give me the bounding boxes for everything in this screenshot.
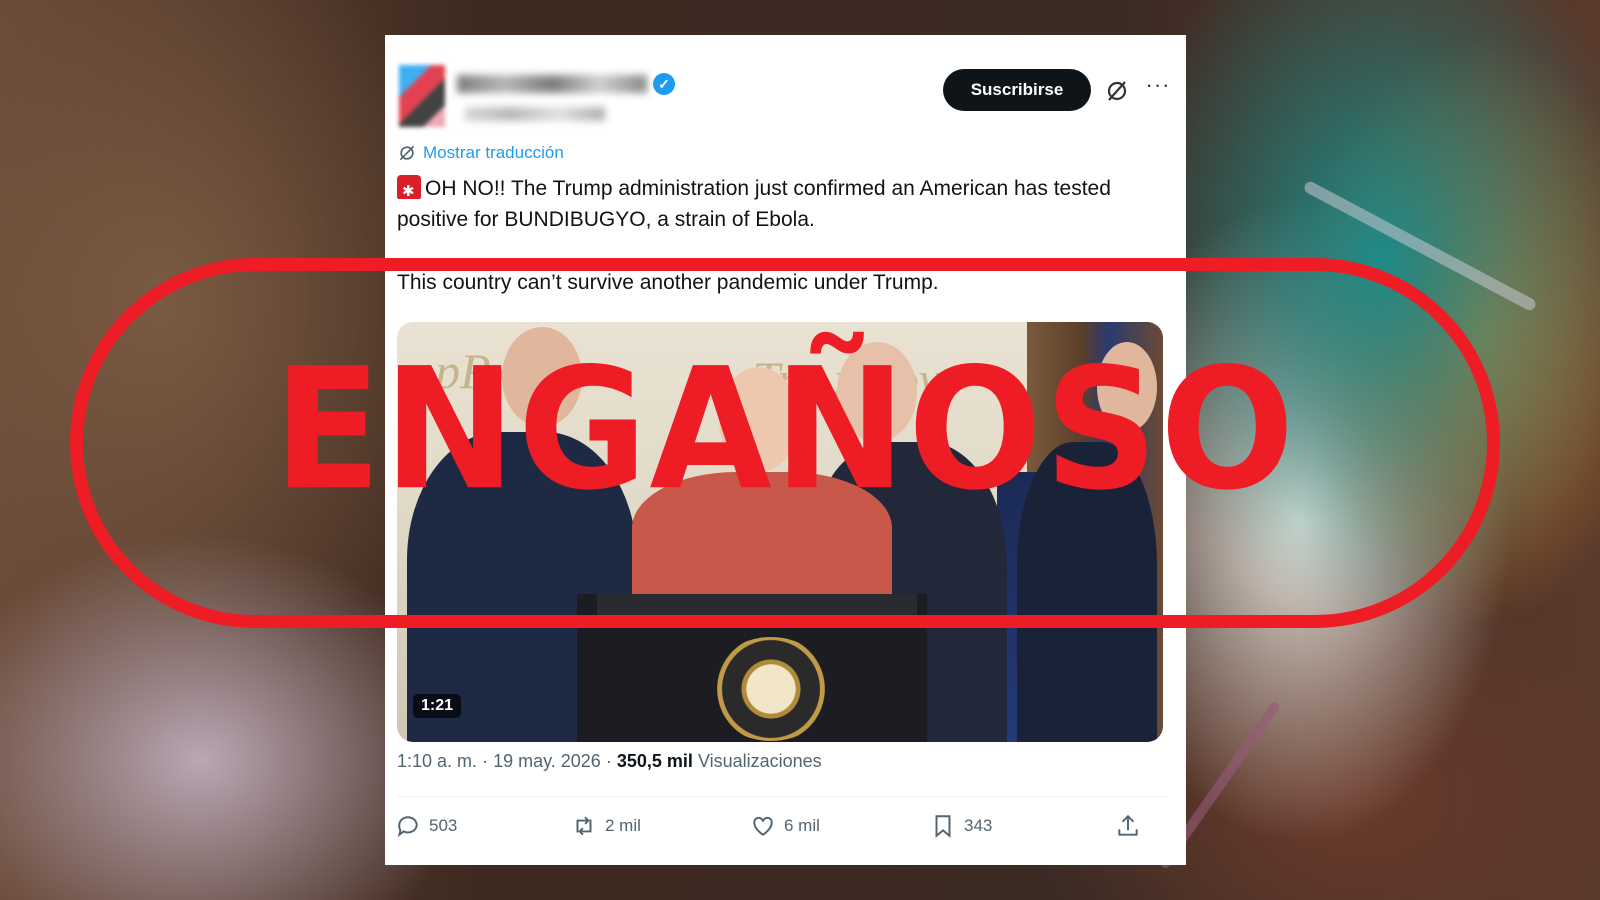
show-translation-link[interactable]: Mostrar traducción bbox=[397, 143, 564, 163]
display-name-redacted bbox=[457, 75, 647, 93]
bookmark-button[interactable]: 343 bbox=[930, 813, 992, 839]
bookmark-icon bbox=[935, 815, 951, 838]
share-icon bbox=[1118, 814, 1138, 836]
more-options-icon[interactable]: ··· bbox=[1145, 74, 1171, 101]
meta-separator: · bbox=[605, 751, 612, 771]
share-button[interactable] bbox=[1115, 813, 1141, 839]
siren-emoji-icon bbox=[397, 175, 421, 207]
tweet-date[interactable]: 19 may. 2026 bbox=[493, 751, 601, 771]
tweet-line-2: This country can’t survive another pande… bbox=[397, 271, 939, 294]
verified-badge-icon: ✓ bbox=[653, 73, 675, 95]
reply-icon bbox=[397, 816, 418, 838]
tweet-line-1-text: OH NO!! The Trump administration just co… bbox=[397, 177, 1111, 231]
video-duration: 1:21 bbox=[413, 694, 462, 718]
subscribe-button[interactable]: Suscribirse bbox=[943, 69, 1091, 111]
bookmark-count: 343 bbox=[964, 816, 993, 835]
like-count: 6 mil bbox=[784, 816, 820, 835]
tweet-text: OH NO!! The Trump administration just co… bbox=[397, 173, 1167, 298]
tweet-line-1: OH NO!! The Trump administration just co… bbox=[397, 173, 1167, 235]
show-translation-label: Mostrar traducción bbox=[423, 143, 564, 162]
podium-top bbox=[597, 594, 917, 620]
verdict-label: ENGAÑOSO bbox=[273, 332, 1297, 528]
divider bbox=[397, 796, 1167, 797]
like-button[interactable]: 6 mil bbox=[750, 813, 820, 839]
tweet-time[interactable]: 1:10 a. m. bbox=[397, 751, 477, 771]
heart-icon bbox=[753, 816, 773, 836]
tweet-meta: 1:10 a. m. · 19 may. 2026 · 350,5 mil Vi… bbox=[397, 751, 822, 772]
grok-icon bbox=[399, 145, 415, 161]
reply-count: 503 bbox=[429, 816, 458, 835]
views-count: 350,5 mil bbox=[616, 751, 693, 771]
avatar[interactable] bbox=[399, 65, 445, 127]
repost-icon bbox=[576, 816, 592, 836]
repost-button[interactable]: 2 mil bbox=[571, 813, 641, 839]
views-label: Visualizaciones bbox=[697, 751, 822, 771]
grok-icon[interactable] bbox=[1105, 79, 1129, 103]
meta-separator: · bbox=[482, 751, 489, 771]
presidential-seal bbox=[709, 637, 833, 741]
reply-button[interactable]: 503 bbox=[395, 813, 457, 839]
action-bar: 503 2 mil 6 mil 343 bbox=[395, 813, 1175, 849]
handle-redacted bbox=[465, 107, 605, 121]
repost-count: 2 mil bbox=[605, 816, 641, 835]
